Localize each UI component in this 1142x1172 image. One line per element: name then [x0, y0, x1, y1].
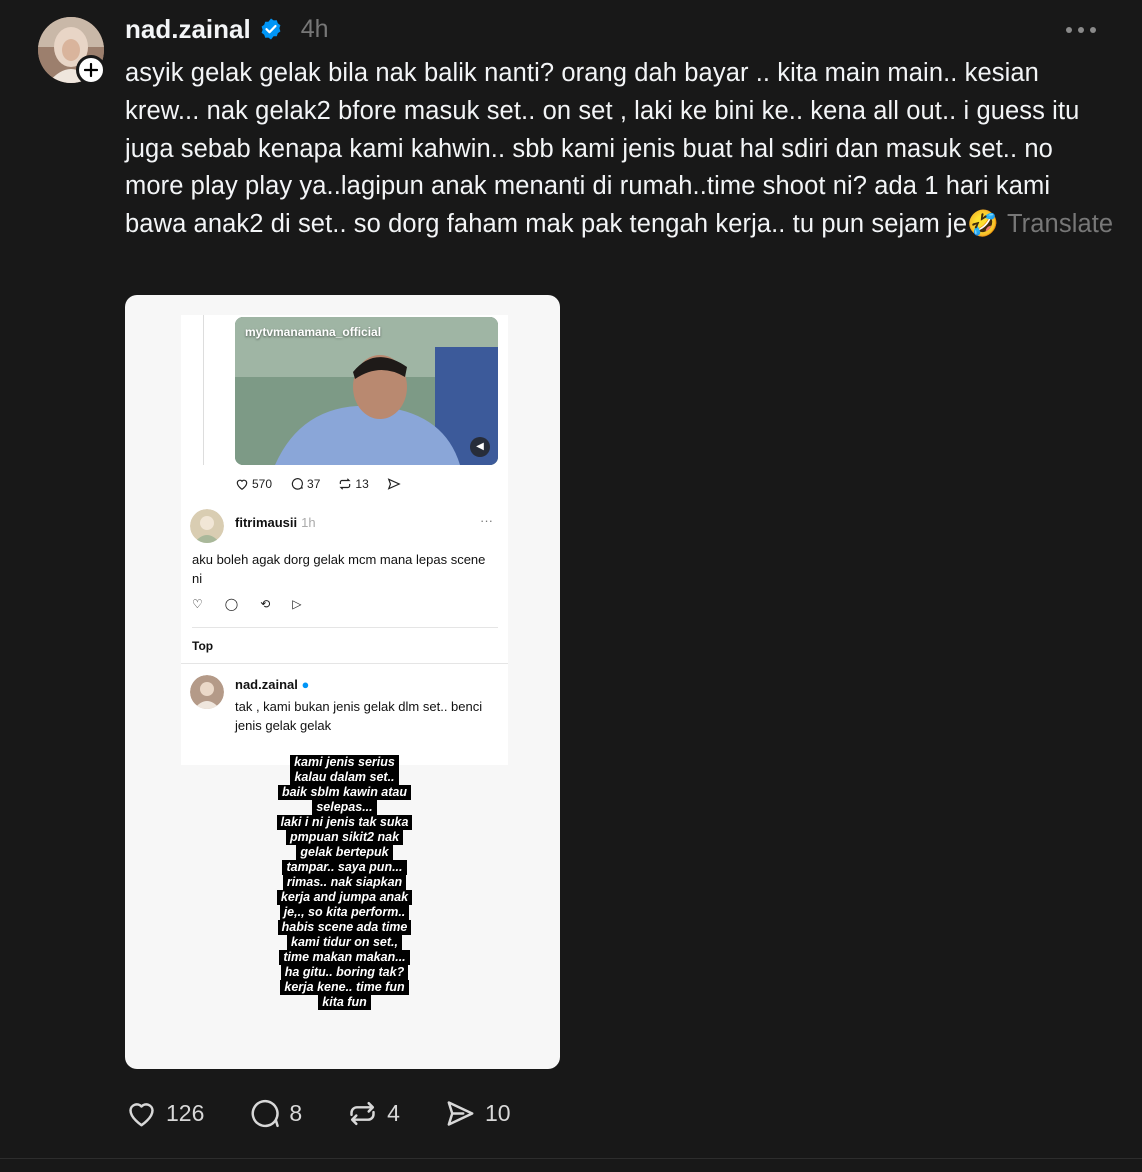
translate-link[interactable]: Translate [1007, 210, 1113, 238]
sort-label: Top [192, 639, 214, 653]
divider [192, 627, 498, 628]
share-button[interactable]: 10 [444, 1097, 511, 1130]
share-icon [387, 478, 401, 490]
repost-button[interactable]: 4 [346, 1097, 400, 1130]
post-header: nad.zainal 4h [125, 12, 329, 46]
post-image[interactable]: mytvmanamana_official ◀ 570 37 13 fitrim… [125, 295, 560, 1069]
repost-icon [350, 1101, 375, 1125]
thread-line [203, 315, 204, 465]
comment-icon [251, 1099, 280, 1127]
divider [181, 663, 508, 664]
comment-icon [291, 478, 304, 490]
comment-count: 8 [289, 1099, 303, 1126]
repost-count: 4 [387, 1099, 400, 1126]
story-line: selepas... [312, 800, 377, 815]
screenshot-actions: 570 37 13 [235, 477, 401, 491]
embedded-screenshot: mytvmanamana_official ◀ 570 37 13 fitrim… [181, 315, 508, 765]
story-line: ha gitu.. boring tak? [280, 965, 409, 980]
screenshot-share [387, 477, 401, 491]
reply-more-icon: ··· [480, 513, 493, 528]
embedded-video: mytvmanamana_official ◀ [235, 317, 498, 465]
verified-badge-icon [261, 18, 281, 40]
like-button[interactable]: 126 [125, 1097, 204, 1130]
video-source-tag: mytvmanamana_official [245, 325, 382, 339]
mute-icon: ◀ [470, 437, 490, 457]
username[interactable]: nad.zainal [125, 14, 251, 45]
heart-icon [129, 1102, 154, 1126]
reply-heart-icon: ♡ [192, 597, 203, 611]
story-line: rimas.. nak siapkan [282, 875, 407, 890]
story-line: laki i ni jenis tak suka [276, 815, 413, 830]
thread-post: nad.zainal 4h asyik gelak gelak bila nak… [0, 0, 1142, 1158]
follow-plus-icon[interactable] [76, 55, 106, 85]
repost-icon [339, 478, 351, 490]
video-frame-image [235, 317, 498, 465]
story-line: baik sblm kawin atau [277, 785, 412, 800]
reply2-username: nad.zainal ● [235, 677, 310, 692]
more-options-icon[interactable] [1066, 24, 1102, 36]
story-line: habis scene ada time [277, 920, 412, 935]
screenshot-like: 570 [235, 477, 272, 491]
reply-actions: ♡ ◯ ⟲ ▷ [192, 597, 302, 611]
share-icon [447, 1100, 474, 1126]
story-line: pmpuan sikit2 nak [285, 830, 404, 845]
reply-text: aku boleh agak dorg gelak mcm mana lepas… [192, 552, 486, 586]
story-line: je,., so kita perform.. [279, 905, 410, 920]
reply-avatar [190, 509, 224, 543]
story-line: kami tidur on set., [287, 935, 402, 950]
screenshot-comment: 37 [290, 477, 320, 491]
story-line: gelak bertepuk [296, 845, 393, 860]
like-count: 126 [166, 1099, 205, 1126]
heart-icon [236, 479, 248, 490]
post-divider [0, 1158, 1142, 1159]
post-actions: 126 8 4 10 [125, 1095, 555, 1131]
screenshot-repost: 13 [338, 477, 369, 491]
reply-comment-icon: ◯ [224, 597, 239, 611]
comment-button[interactable]: 8 [248, 1097, 302, 1130]
story-line: kerja and jumpa anak [276, 890, 413, 905]
story-overlay-text: kami jenis serius kalau dalam set.. baik s… [267, 755, 422, 1010]
reply-repost-icon: ⟲ [260, 597, 271, 611]
reply2-text: tak , kami bukan jenis gelak dlm set.. b… [235, 699, 483, 733]
story-line: kami jenis serius [290, 755, 399, 770]
story-line: kalau dalam set.. [290, 770, 399, 785]
story-line: kita fun [318, 995, 371, 1010]
caption-text: asyik gelak gelak bila nak balik nanti? … [125, 59, 1080, 239]
reply-share-icon: ▷ [292, 597, 302, 611]
story-line: tampar.. saya pun... [282, 860, 407, 875]
share-count: 10 [484, 1099, 511, 1126]
story-line: kerja kene.. time fun [280, 980, 409, 995]
post-caption: asyik gelak gelak bila nak balik nanti? … [125, 55, 1115, 244]
reply-username: fitrimausii 1h [235, 515, 316, 530]
reply2-avatar [190, 675, 224, 709]
post-time: 4h [300, 14, 329, 43]
story-line: time makan makan... [279, 950, 410, 965]
